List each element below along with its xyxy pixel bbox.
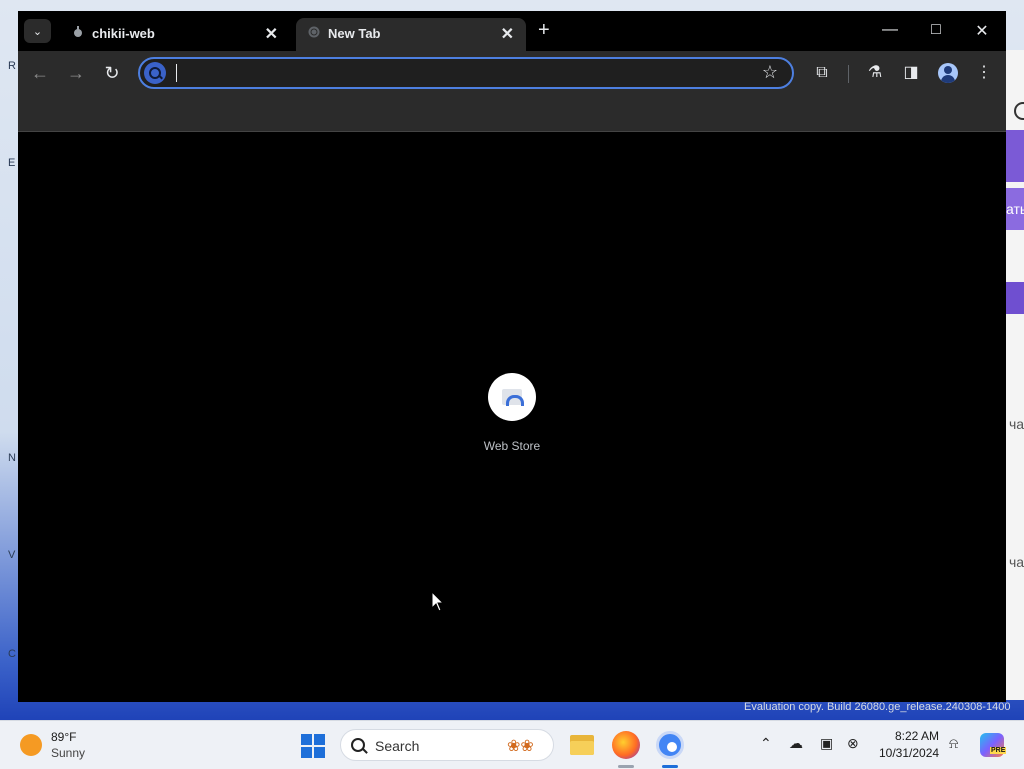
address-bar[interactable]: ☆ xyxy=(138,57,794,89)
close-window-icon[interactable]: ✕ xyxy=(972,21,992,41)
shortcut-label: Web Store xyxy=(483,439,541,453)
close-tab-icon[interactable]: ✕ xyxy=(501,24,514,44)
text-caret xyxy=(176,64,177,82)
desktop-icons-column: R E N V C xyxy=(0,0,18,720)
labs-flask-icon[interactable]: ⚗ xyxy=(864,62,886,84)
tab-title: chikii-web xyxy=(92,26,155,41)
background-app-header xyxy=(1006,130,1024,182)
network-icon[interactable]: ▣ xyxy=(820,735,833,752)
background-app-button[interactable]: ать xyxy=(1006,188,1024,230)
new-tab-plus-icon[interactable]: + xyxy=(538,20,550,40)
chevron-down-icon: ⌄ xyxy=(32,25,43,38)
globe-icon xyxy=(308,26,320,38)
web-store-icon xyxy=(488,373,536,421)
onedrive-offline-icon[interactable]: ☁ xyxy=(789,735,803,752)
browser-toolbar: ← → ↻ ☆ ⧉ ⚗ ◨ ⋮ xyxy=(18,51,1006,95)
halloween-pumpkin-icon: ❀❀ xyxy=(507,738,534,755)
weather-temperature[interactable]: 89°F xyxy=(51,730,76,744)
background-app-text: ча xyxy=(1009,554,1024,570)
tab-title: New Tab xyxy=(328,26,381,41)
tab-chikii-web[interactable]: chikii-web ✕ xyxy=(60,18,290,51)
background-app-button-label: ать xyxy=(1006,201,1024,217)
tab-favicon-icon xyxy=(74,26,82,37)
evaluation-watermark: Evaluation copy. Build 26080.ge_release.… xyxy=(744,701,1011,713)
taskbar-search[interactable]: Search ❀❀ xyxy=(340,729,554,761)
address-input[interactable] xyxy=(180,63,744,87)
notification-bell-icon[interactable]: ⍾ xyxy=(949,735,958,752)
desktop-icon-label-fragment[interactable]: N xyxy=(8,452,16,464)
chevron-up-icon[interactable]: ⌃ xyxy=(760,735,772,752)
clock-date[interactable]: 10/31/2024 xyxy=(879,746,939,760)
clock-time[interactable]: 8:22 AM xyxy=(895,729,939,743)
desktop-icon-label-fragment[interactable]: R xyxy=(8,60,16,72)
search-icon-handle xyxy=(362,748,368,754)
volume-muted-icon[interactable]: ⊗ xyxy=(847,735,859,752)
more-menu-icon[interactable]: ⋮ xyxy=(973,62,995,84)
desktop-icon-label-fragment[interactable]: V xyxy=(8,549,15,561)
taskbar-search-label: Search xyxy=(375,738,420,754)
toolbar-divider xyxy=(848,65,849,83)
sun-icon[interactable] xyxy=(20,734,42,756)
reload-icon[interactable]: ↻ xyxy=(101,62,123,84)
file-explorer-icon[interactable] xyxy=(568,731,596,759)
copilot-preview-badge: PRE xyxy=(990,747,1007,754)
maximize-icon[interactable]: □ xyxy=(926,21,946,39)
background-app-text: ча xyxy=(1009,416,1024,432)
extensions-puzzle-icon[interactable]: ⧉ xyxy=(811,62,833,84)
minimize-icon[interactable]: — xyxy=(880,21,900,39)
back-arrow-icon[interactable]: ← xyxy=(29,62,51,84)
browser-window: ⌄ chikii-web ✕ New Tab ✕ + — □ ✕ ← → ↻ ☆… xyxy=(18,11,1006,702)
tab-strip: ⌄ chikii-web ✕ New Tab ✕ + — □ ✕ xyxy=(18,11,1006,51)
firefox-icon[interactable] xyxy=(612,731,640,759)
search-icon xyxy=(144,62,166,84)
forward-arrow-icon[interactable]: → xyxy=(65,62,87,84)
profile-avatar-icon[interactable] xyxy=(938,63,958,83)
chrome-icon[interactable] xyxy=(656,731,684,759)
background-app-bar xyxy=(1006,282,1024,314)
taskbar: 89°F Sunny Search ❀❀ ⌃ ☁ ▣ ⊗ 8:22 AM 10/… xyxy=(0,720,1024,769)
bookmark-star-icon[interactable]: ☆ xyxy=(762,62,778,83)
bookmarks-bar xyxy=(18,95,1006,132)
mouse-cursor-icon xyxy=(431,591,445,612)
tab-search-button[interactable]: ⌄ xyxy=(24,19,51,43)
desktop-icon-label-fragment[interactable]: C xyxy=(8,648,16,660)
weather-condition[interactable]: Sunny xyxy=(51,746,85,760)
close-tab-icon[interactable]: ✕ xyxy=(265,24,278,44)
windows-start-icon[interactable] xyxy=(301,734,325,758)
desktop-icon-label-fragment[interactable]: E xyxy=(8,157,15,169)
new-tab-page: Web Store xyxy=(18,132,1006,702)
tab-new-tab[interactable]: New Tab ✕ xyxy=(296,18,526,51)
side-panel-icon[interactable]: ◨ xyxy=(900,62,922,84)
